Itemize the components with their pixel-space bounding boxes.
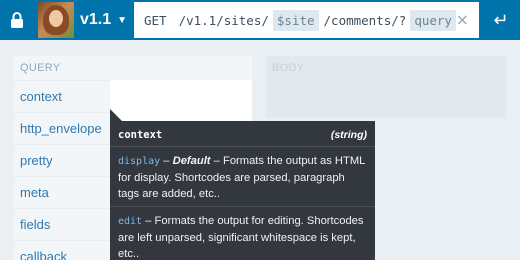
option-code: edit: [118, 216, 143, 227]
avatar-face: [49, 10, 63, 27]
enter-icon[interactable]: ↵: [482, 0, 520, 40]
option-code: display: [118, 156, 161, 167]
tooltip-arrow: [110, 109, 122, 121]
query-param[interactable]: query: [410, 9, 456, 31]
tooltip-option-edit: edit – Formats the output for editing. S…: [110, 207, 375, 260]
param-context[interactable]: context: [14, 80, 110, 112]
http-method: GET: [144, 12, 167, 28]
tooltip-param-type: (string): [330, 129, 367, 141]
clear-icon[interactable]: ×: [456, 10, 469, 29]
body-panel: BODY: [266, 56, 506, 118]
tooltip-header: context (string): [110, 121, 375, 147]
version-label: v1.1: [80, 11, 112, 28]
site-param[interactable]: $site: [272, 9, 319, 31]
param-meta[interactable]: meta: [14, 176, 110, 208]
option-dash: –: [160, 155, 173, 167]
param-http-envelope[interactable]: http_envelope: [14, 112, 110, 144]
param-tooltip: context (string) display – Default – For…: [110, 109, 375, 260]
endpoint-input[interactable]: GET /v1.1/sites/ $site /comments/? query…: [134, 2, 479, 38]
version-selector[interactable]: v1.1 ▼: [80, 0, 127, 40]
lock-icon[interactable]: [0, 0, 34, 40]
option-dash: –: [210, 155, 223, 167]
body-header: BODY: [272, 62, 305, 74]
top-bar: v1.1 ▼ GET /v1.1/sites/ $site /comments/…: [0, 0, 520, 40]
tooltip-option-display: display – Default – Formats the output a…: [110, 147, 375, 207]
query-header: QUERY: [14, 56, 252, 80]
chevron-down-icon: ▼: [117, 14, 128, 26]
tooltip-param-name: context: [118, 129, 163, 141]
option-description: Formats the output for editing. Shortcod…: [118, 215, 364, 260]
avatar[interactable]: [38, 2, 74, 38]
option-default-label: Default: [172, 155, 211, 167]
path-suffix: /comments/?: [323, 12, 407, 28]
path-prefix: /v1.1/sites/: [178, 12, 269, 28]
param-callback[interactable]: callback: [14, 240, 110, 260]
param-fields[interactable]: fields: [14, 208, 110, 240]
param-pretty[interactable]: pretty: [14, 144, 110, 176]
option-dash: –: [142, 215, 155, 227]
